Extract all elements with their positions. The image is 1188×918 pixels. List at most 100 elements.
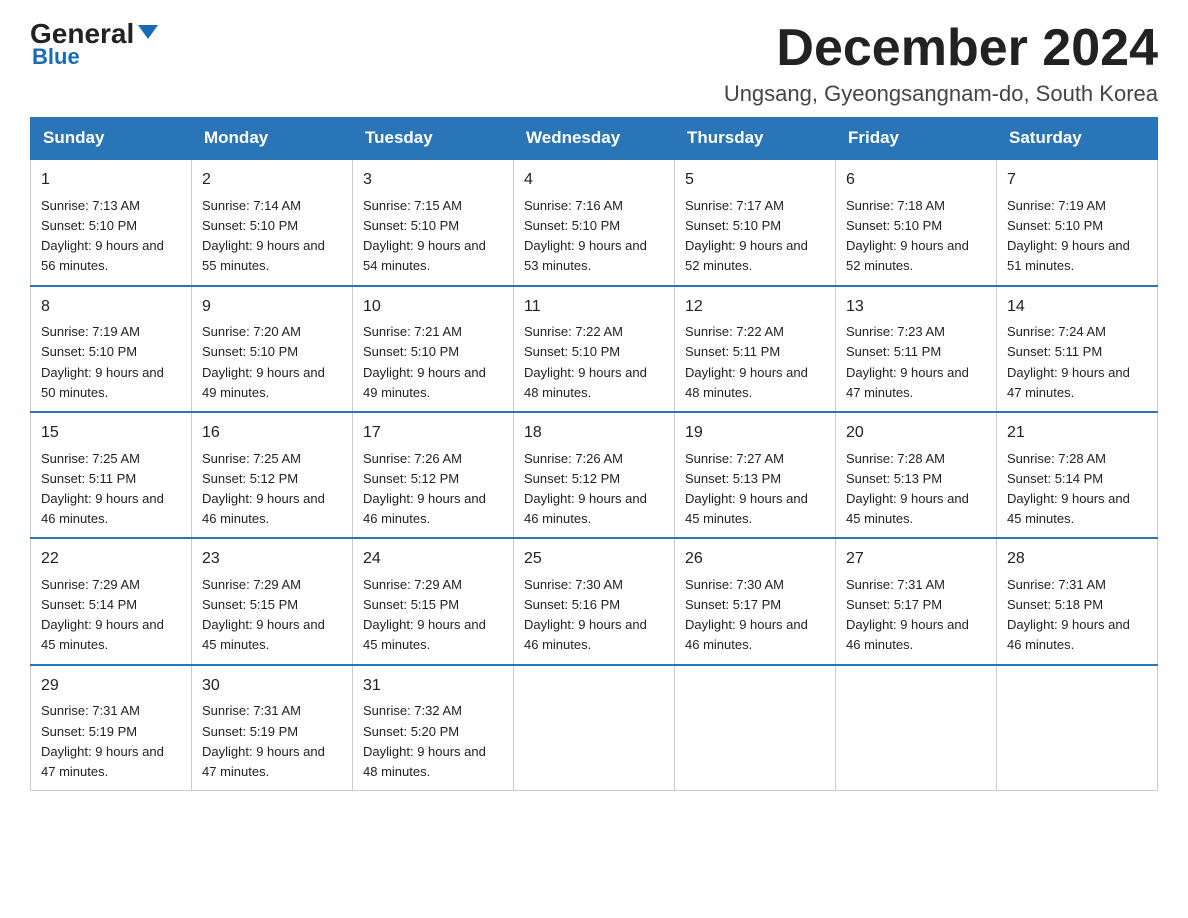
- table-row: 4 Sunrise: 7:16 AMSunset: 5:10 PMDayligh…: [514, 159, 675, 285]
- table-row: 9 Sunrise: 7:20 AMSunset: 5:10 PMDayligh…: [192, 286, 353, 412]
- day-info: Sunrise: 7:29 AMSunset: 5:15 PMDaylight:…: [202, 575, 342, 656]
- title-block: December 2024 Ungsang, Gyeongsangnam-do,…: [724, 20, 1158, 107]
- table-row: 7 Sunrise: 7:19 AMSunset: 5:10 PMDayligh…: [997, 159, 1158, 285]
- calendar-table: Sunday Monday Tuesday Wednesday Thursday…: [30, 117, 1158, 791]
- day-info: Sunrise: 7:25 AMSunset: 5:11 PMDaylight:…: [41, 449, 181, 530]
- calendar-week-row: 22 Sunrise: 7:29 AMSunset: 5:14 PMDaylig…: [31, 538, 1158, 664]
- table-row: 3 Sunrise: 7:15 AMSunset: 5:10 PMDayligh…: [353, 159, 514, 285]
- table-row: 13 Sunrise: 7:23 AMSunset: 5:11 PMDaylig…: [836, 286, 997, 412]
- day-info: Sunrise: 7:26 AMSunset: 5:12 PMDaylight:…: [363, 449, 503, 530]
- day-info: Sunrise: 7:18 AMSunset: 5:10 PMDaylight:…: [846, 196, 986, 277]
- table-row: 21 Sunrise: 7:28 AMSunset: 5:14 PMDaylig…: [997, 412, 1158, 538]
- logo: General Blue: [30, 20, 158, 70]
- day-info: Sunrise: 7:31 AMSunset: 5:18 PMDaylight:…: [1007, 575, 1147, 656]
- calendar-week-row: 8 Sunrise: 7:19 AMSunset: 5:10 PMDayligh…: [31, 286, 1158, 412]
- day-number: 16: [202, 421, 342, 446]
- table-row: 12 Sunrise: 7:22 AMSunset: 5:11 PMDaylig…: [675, 286, 836, 412]
- day-number: 13: [846, 295, 986, 320]
- header-monday: Monday: [192, 118, 353, 160]
- day-number: 17: [363, 421, 503, 446]
- location-title: Ungsang, Gyeongsangnam-do, South Korea: [724, 81, 1158, 107]
- table-row: 19 Sunrise: 7:27 AMSunset: 5:13 PMDaylig…: [675, 412, 836, 538]
- header-saturday: Saturday: [997, 118, 1158, 160]
- day-info: Sunrise: 7:20 AMSunset: 5:10 PMDaylight:…: [202, 322, 342, 403]
- day-info: Sunrise: 7:28 AMSunset: 5:14 PMDaylight:…: [1007, 449, 1147, 530]
- day-number: 15: [41, 421, 181, 446]
- table-row: 24 Sunrise: 7:29 AMSunset: 5:15 PMDaylig…: [353, 538, 514, 664]
- table-row: 31 Sunrise: 7:32 AMSunset: 5:20 PMDaylig…: [353, 665, 514, 791]
- table-row: 18 Sunrise: 7:26 AMSunset: 5:12 PMDaylig…: [514, 412, 675, 538]
- day-info: Sunrise: 7:31 AMSunset: 5:17 PMDaylight:…: [846, 575, 986, 656]
- day-number: 8: [41, 295, 181, 320]
- header-thursday: Thursday: [675, 118, 836, 160]
- table-row: 15 Sunrise: 7:25 AMSunset: 5:11 PMDaylig…: [31, 412, 192, 538]
- day-info: Sunrise: 7:13 AMSunset: 5:10 PMDaylight:…: [41, 196, 181, 277]
- logo-blue-text: Blue: [32, 44, 80, 70]
- table-row: 29 Sunrise: 7:31 AMSunset: 5:19 PMDaylig…: [31, 665, 192, 791]
- day-info: Sunrise: 7:25 AMSunset: 5:12 PMDaylight:…: [202, 449, 342, 530]
- table-row: 5 Sunrise: 7:17 AMSunset: 5:10 PMDayligh…: [675, 159, 836, 285]
- table-row: 1 Sunrise: 7:13 AMSunset: 5:10 PMDayligh…: [31, 159, 192, 285]
- day-number: 7: [1007, 168, 1147, 193]
- day-info: Sunrise: 7:22 AMSunset: 5:10 PMDaylight:…: [524, 322, 664, 403]
- table-row: 17 Sunrise: 7:26 AMSunset: 5:12 PMDaylig…: [353, 412, 514, 538]
- day-number: 19: [685, 421, 825, 446]
- day-number: 25: [524, 547, 664, 572]
- table-row: 2 Sunrise: 7:14 AMSunset: 5:10 PMDayligh…: [192, 159, 353, 285]
- table-row: 26 Sunrise: 7:30 AMSunset: 5:17 PMDaylig…: [675, 538, 836, 664]
- table-row: 11 Sunrise: 7:22 AMSunset: 5:10 PMDaylig…: [514, 286, 675, 412]
- page-header: General Blue December 2024 Ungsang, Gyeo…: [30, 20, 1158, 107]
- calendar-week-row: 15 Sunrise: 7:25 AMSunset: 5:11 PMDaylig…: [31, 412, 1158, 538]
- table-row: [675, 665, 836, 791]
- day-info: Sunrise: 7:19 AMSunset: 5:10 PMDaylight:…: [1007, 196, 1147, 277]
- day-info: Sunrise: 7:15 AMSunset: 5:10 PMDaylight:…: [363, 196, 503, 277]
- table-row: 28 Sunrise: 7:31 AMSunset: 5:18 PMDaylig…: [997, 538, 1158, 664]
- day-info: Sunrise: 7:24 AMSunset: 5:11 PMDaylight:…: [1007, 322, 1147, 403]
- table-row: 22 Sunrise: 7:29 AMSunset: 5:14 PMDaylig…: [31, 538, 192, 664]
- table-row: [836, 665, 997, 791]
- table-row: 25 Sunrise: 7:30 AMSunset: 5:16 PMDaylig…: [514, 538, 675, 664]
- day-info: Sunrise: 7:29 AMSunset: 5:15 PMDaylight:…: [363, 575, 503, 656]
- day-info: Sunrise: 7:26 AMSunset: 5:12 PMDaylight:…: [524, 449, 664, 530]
- day-number: 12: [685, 295, 825, 320]
- day-number: 10: [363, 295, 503, 320]
- day-info: Sunrise: 7:28 AMSunset: 5:13 PMDaylight:…: [846, 449, 986, 530]
- calendar-header-row: Sunday Monday Tuesday Wednesday Thursday…: [31, 118, 1158, 160]
- day-number: 11: [524, 295, 664, 320]
- table-row: 6 Sunrise: 7:18 AMSunset: 5:10 PMDayligh…: [836, 159, 997, 285]
- calendar-week-row: 29 Sunrise: 7:31 AMSunset: 5:19 PMDaylig…: [31, 665, 1158, 791]
- day-number: 14: [1007, 295, 1147, 320]
- day-number: 6: [846, 168, 986, 193]
- header-friday: Friday: [836, 118, 997, 160]
- day-number: 20: [846, 421, 986, 446]
- day-info: Sunrise: 7:27 AMSunset: 5:13 PMDaylight:…: [685, 449, 825, 530]
- day-number: 27: [846, 547, 986, 572]
- day-info: Sunrise: 7:31 AMSunset: 5:19 PMDaylight:…: [41, 701, 181, 782]
- table-row: 27 Sunrise: 7:31 AMSunset: 5:17 PMDaylig…: [836, 538, 997, 664]
- day-number: 3: [363, 168, 503, 193]
- day-info: Sunrise: 7:32 AMSunset: 5:20 PMDaylight:…: [363, 701, 503, 782]
- day-number: 23: [202, 547, 342, 572]
- day-number: 30: [202, 674, 342, 699]
- day-number: 4: [524, 168, 664, 193]
- day-info: Sunrise: 7:14 AMSunset: 5:10 PMDaylight:…: [202, 196, 342, 277]
- table-row: 20 Sunrise: 7:28 AMSunset: 5:13 PMDaylig…: [836, 412, 997, 538]
- day-number: 9: [202, 295, 342, 320]
- day-number: 31: [363, 674, 503, 699]
- day-info: Sunrise: 7:17 AMSunset: 5:10 PMDaylight:…: [685, 196, 825, 277]
- day-number: 26: [685, 547, 825, 572]
- day-number: 29: [41, 674, 181, 699]
- table-row: 30 Sunrise: 7:31 AMSunset: 5:19 PMDaylig…: [192, 665, 353, 791]
- month-title: December 2024: [724, 20, 1158, 77]
- day-info: Sunrise: 7:30 AMSunset: 5:17 PMDaylight:…: [685, 575, 825, 656]
- table-row: 14 Sunrise: 7:24 AMSunset: 5:11 PMDaylig…: [997, 286, 1158, 412]
- table-row: 16 Sunrise: 7:25 AMSunset: 5:12 PMDaylig…: [192, 412, 353, 538]
- day-info: Sunrise: 7:22 AMSunset: 5:11 PMDaylight:…: [685, 322, 825, 403]
- table-row: 10 Sunrise: 7:21 AMSunset: 5:10 PMDaylig…: [353, 286, 514, 412]
- day-info: Sunrise: 7:16 AMSunset: 5:10 PMDaylight:…: [524, 196, 664, 277]
- day-info: Sunrise: 7:31 AMSunset: 5:19 PMDaylight:…: [202, 701, 342, 782]
- table-row: 23 Sunrise: 7:29 AMSunset: 5:15 PMDaylig…: [192, 538, 353, 664]
- calendar-week-row: 1 Sunrise: 7:13 AMSunset: 5:10 PMDayligh…: [31, 159, 1158, 285]
- day-info: Sunrise: 7:21 AMSunset: 5:10 PMDaylight:…: [363, 322, 503, 403]
- day-number: 18: [524, 421, 664, 446]
